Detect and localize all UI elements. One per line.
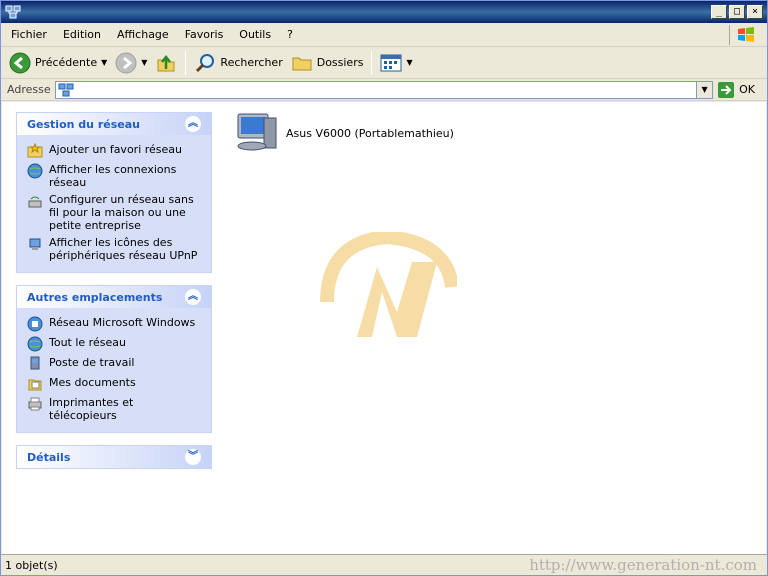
network-icon: [5, 5, 21, 19]
other-places-panel: Autres emplacements ︽ Réseau Microsoft W…: [16, 285, 212, 433]
views-icon: [380, 54, 402, 71]
details-header[interactable]: Détails ︾: [17, 446, 211, 468]
upnp-icon: [29, 238, 41, 250]
close-button[interactable]: ×: [747, 5, 763, 19]
place-printers[interactable]: Imprimantes et télécopieurs: [27, 394, 203, 424]
computer-icon: [30, 356, 40, 370]
globe-icon: [27, 336, 43, 352]
forward-dropdown-icon[interactable]: ▼: [141, 58, 147, 67]
back-label: Précédente: [35, 56, 98, 69]
search-button[interactable]: Rechercher: [190, 49, 286, 77]
address-dropdown-icon[interactable]: ▼: [696, 81, 713, 98]
task-pane: Gestion du réseau ︽ Ajouter un favori ré…: [16, 112, 212, 481]
file-label: Asus V6000 (Portablemathieu): [286, 126, 454, 140]
toolbar-separator: [185, 50, 187, 75]
address-bar: Adresse ▼ OK: [1, 79, 767, 101]
network-icon: [27, 316, 43, 332]
network-tasks-header[interactable]: Gestion du réseau ︽: [17, 113, 211, 135]
task-add-favorite[interactable]: Ajouter un favori réseau: [27, 141, 203, 161]
menu-outils[interactable]: Outils: [231, 26, 279, 43]
printer-icon: [28, 397, 42, 411]
globe-icon: [27, 163, 43, 179]
windows-logo-icon: [729, 25, 761, 45]
other-places-header[interactable]: Autres emplacements ︽: [17, 286, 211, 308]
panel-title: Gestion du réseau: [27, 117, 140, 131]
title-bar[interactable]: _ □ ×: [1, 1, 767, 23]
search-icon: [196, 53, 215, 72]
back-button[interactable]: Précédente ▼: [5, 49, 111, 77]
up-folder-icon: [157, 54, 175, 71]
toolbar-separator: [371, 50, 373, 75]
place-my-documents[interactable]: Mes documents: [27, 374, 203, 394]
forward-arrow-icon: [115, 52, 137, 73]
status-count: 1 objet(s): [5, 558, 58, 572]
back-dropdown-icon[interactable]: ▼: [101, 58, 107, 67]
task-view-connections[interactable]: Afficher les connexions réseau: [27, 161, 203, 191]
go-arrow-icon: [718, 81, 735, 98]
menu-fichier[interactable]: Fichier: [3, 26, 55, 43]
file-item[interactable]: Asus V6000 (Portablemathieu): [234, 110, 454, 156]
task-upnp-icons[interactable]: Afficher les icônes des périphériques ré…: [27, 234, 203, 264]
address-field[interactable]: ▼: [54, 80, 714, 99]
panel-title: Autres emplacements: [27, 290, 163, 304]
place-ms-windows-network[interactable]: Réseau Microsoft Windows: [27, 314, 203, 334]
views-button[interactable]: ▼: [376, 49, 416, 77]
task-wireless-setup[interactable]: Configurer un réseau sans fil pour la ma…: [27, 191, 203, 234]
expand-chevron-icon[interactable]: ︾: [185, 449, 201, 465]
address-label: Adresse: [7, 83, 51, 96]
search-label: Rechercher: [220, 56, 283, 69]
menu-affichage[interactable]: Affichage: [109, 26, 177, 43]
place-entire-network[interactable]: Tout le réseau: [27, 334, 203, 354]
add-favorite-icon: [27, 143, 43, 158]
menu-edition[interactable]: Edition: [55, 26, 109, 43]
documents-icon: [28, 379, 42, 391]
menu-favoris[interactable]: Favoris: [177, 26, 232, 43]
details-panel: Détails ︾: [16, 445, 212, 469]
menu-bar: Fichier Edition Affichage Favoris Outils…: [1, 23, 767, 47]
network-tasks-panel: Gestion du réseau ︽ Ajouter un favori ré…: [16, 112, 212, 273]
views-dropdown-icon[interactable]: ▼: [406, 58, 412, 67]
panel-title: Détails: [27, 450, 71, 464]
computer-icon: [237, 113, 277, 151]
network-icon: [58, 83, 74, 96]
generation-nt-logo: [320, 232, 457, 337]
watermark-url: http://www.generation-nt.com: [529, 556, 757, 574]
folders-icon: [292, 57, 312, 70]
explorer-window: _ □ × Fichier Edition Affichage Favoris …: [0, 0, 768, 576]
place-my-computer[interactable]: Poste de travail: [27, 354, 203, 374]
back-arrow-icon: [9, 52, 31, 73]
go-label: OK: [739, 83, 755, 96]
wireless-icon: [28, 196, 42, 208]
minimize-button[interactable]: _: [711, 5, 727, 19]
go-button[interactable]: OK: [717, 81, 755, 99]
folders-button[interactable]: Dossiers: [287, 49, 368, 77]
content-area: Gestion du réseau ︽ Ajouter un favori ré…: [2, 102, 766, 554]
up-folder-button[interactable]: [151, 49, 181, 77]
collapse-chevron-icon[interactable]: ︽: [185, 289, 201, 305]
menu-help[interactable]: ?: [279, 26, 301, 43]
forward-button[interactable]: ▼: [111, 49, 151, 77]
collapse-chevron-icon[interactable]: ︽: [185, 116, 201, 132]
toolbar: Précédente ▼ ▼ Rechercher Dossiers ▼: [1, 47, 767, 79]
maximize-button[interactable]: □: [729, 5, 745, 19]
folders-label: Dossiers: [316, 56, 364, 69]
status-bar: 1 objet(s) http://www.generation-nt.com: [1, 554, 767, 575]
